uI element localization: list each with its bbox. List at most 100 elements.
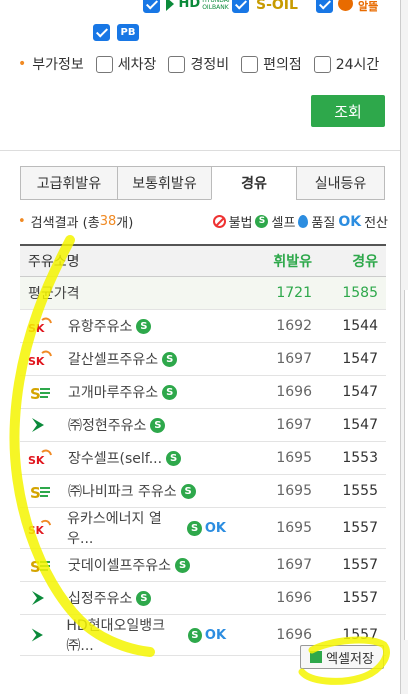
diesel-price: 1547 — [320, 408, 386, 442]
station-name[interactable]: 유카스에너지 열우... — [67, 508, 183, 548]
gasoline-price: 1697 — [234, 548, 320, 582]
soil-logo-icon: S — [30, 484, 50, 500]
adjacent-panel-edge — [404, 290, 408, 640]
station-row[interactable]: SK 유카스에너지 열우... S OK 1695 1557 — [20, 507, 386, 549]
quality-drop-icon — [298, 215, 309, 228]
station-name[interactable]: 유항주유소 — [68, 316, 132, 336]
excel-save-label: 엑셀저장 — [326, 651, 374, 667]
hd-logo-icon — [31, 628, 43, 642]
self-service-icon: S — [166, 450, 182, 466]
legend-computer: 전산 — [364, 216, 388, 231]
excel-icon — [310, 651, 323, 663]
hd-brand-sub: HYUNDAI OILBANK — [202, 0, 230, 11]
svg-text:S: S — [30, 484, 41, 500]
search-button[interactable]: 조회 — [311, 95, 385, 127]
brand-checkbox-soil[interactable] — [232, 0, 249, 13]
sk-logo-icon: SK — [28, 449, 52, 467]
station-row[interactable]: SK 갈산셀프주유소 S 1697 1547 — [20, 342, 386, 376]
gasoline-price: 1696 — [234, 581, 320, 615]
bullet-dot: • — [18, 214, 26, 229]
brand-checkbox-hd[interactable] — [143, 0, 160, 13]
option-24h[interactable]: 24시간 — [313, 54, 379, 74]
svg-text:S: S — [30, 558, 41, 574]
station-table: 주유소명 휘발유 경유 평균가격 1721 1585 SK 유항주유소 S 1692 1… — [20, 244, 386, 656]
station-name[interactable]: 고개마루주유소 — [68, 382, 158, 402]
station-name[interactable]: 굿데이셀프주유소 — [68, 555, 171, 575]
station-row[interactable]: SK 유항주유소 S 1692 1544 — [20, 309, 386, 343]
self-service-icon: S — [187, 520, 202, 536]
store-checkbox[interactable] — [241, 55, 259, 73]
station-name-cell[interactable]: S 굿데이셀프주유소 S — [20, 548, 234, 582]
carwash-label: 세차장 — [117, 57, 157, 73]
station-row[interactable]: 십정주유소 S 1696 1557 — [20, 581, 386, 615]
svg-text:SK: SK — [28, 454, 45, 467]
station-row[interactable]: S ㈜나비파크 주유소 S 1695 1555 — [20, 474, 386, 508]
filter-panel: HD HYUNDAI OILBANK S-OIL 알뜰 PB • 부가정보 세차장… — [0, 0, 401, 151]
station-name-cell[interactable]: 십정주유소 S — [20, 581, 234, 615]
option-carwash[interactable]: 세차장 — [95, 54, 157, 74]
pb-brand-badge: PB — [117, 24, 139, 41]
ok-icon: OK — [204, 627, 227, 643]
station-name-cell[interactable]: ㈜정현주유소 S — [20, 408, 234, 442]
svg-text:SK: SK — [28, 322, 45, 335]
station-name-cell[interactable]: S ㈜나비파크 주유소 S — [20, 474, 234, 508]
gasoline-price: 1692 — [234, 309, 320, 343]
self-service-icon: S — [180, 483, 196, 499]
ok-icon: OK — [204, 520, 226, 536]
sk-logo-icon: SK — [28, 519, 52, 537]
station-name[interactable]: 갈산셀프주유소 — [68, 349, 158, 369]
station-name[interactable]: ㈜나비파크 주유소 — [68, 481, 177, 501]
station-name[interactable]: ㈜정현주유소 — [68, 415, 146, 435]
diesel-price: 1557 — [320, 581, 386, 615]
repair-checkbox[interactable] — [168, 55, 186, 73]
results-suffix: 개) — [116, 216, 134, 231]
average-gasoline: 1721 — [234, 276, 320, 310]
station-name-cell[interactable]: HD현대오일뱅크㈜... S OK — [20, 614, 234, 656]
hd-brand-label: HD — [178, 0, 201, 11]
station-row[interactable]: S 고개마루주유소 S 1696 1547 — [20, 375, 386, 409]
self-service-icon: S — [136, 590, 152, 606]
24h-checkbox[interactable] — [313, 55, 331, 73]
self-icon: S — [255, 215, 269, 228]
brand-checkbox-altteul[interactable] — [316, 0, 333, 13]
station-name-cell[interactable]: SK 장수셀프(self... S — [20, 441, 234, 475]
legend-self: 셀프 — [271, 216, 296, 231]
legend-illegal: 불법 — [228, 216, 253, 231]
station-name-cell[interactable]: S 고개마루주유소 S — [20, 375, 234, 409]
diesel-price: 1557 — [320, 548, 386, 582]
option-repair[interactable]: 경정비 — [168, 54, 229, 74]
brand-checkbox-pb[interactable] — [93, 24, 110, 41]
repair-label: 경정비 — [190, 57, 230, 73]
fuel-tabs: 고급휘발유 보통휘발유 경유 실내등유 — [20, 166, 385, 200]
station-name-cell[interactable]: SK 유항주유소 S — [20, 309, 234, 343]
header-diesel: 경유 — [320, 244, 386, 277]
average-label: 평균가격 — [20, 276, 234, 310]
station-name-cell[interactable]: SK 갈산셀프주유소 S — [20, 342, 234, 376]
tab-premium-gasoline[interactable]: 고급휘발유 — [20, 166, 118, 200]
carwash-checkbox[interactable] — [95, 55, 113, 73]
station-row[interactable]: S 굿데이셀프주유소 S 1697 1557 — [20, 548, 386, 582]
gasoline-price: 1695 — [234, 474, 320, 508]
header-gasoline: 휘발유 — [234, 244, 320, 277]
hd-logo-icon — [32, 591, 44, 605]
station-row[interactable]: SK 장수셀프(self... S 1695 1553 — [20, 441, 386, 475]
station-row[interactable]: ㈜정현주유소 S 1697 1547 — [20, 408, 386, 442]
svg-text:SK: SK — [28, 525, 45, 537]
hd-brand-logo: HD HYUNDAI OILBANK — [166, 0, 230, 11]
tab-diesel[interactable]: 경유 — [211, 166, 297, 200]
svg-text:S: S — [30, 385, 41, 401]
hd-logo-icon — [32, 418, 44, 432]
excel-save-button[interactable]: 엑셀저장 — [300, 645, 384, 669]
station-name[interactable]: 십정주유소 — [68, 588, 132, 608]
average-row: 평균가격 1721 1585 — [20, 276, 386, 310]
tab-regular-gasoline[interactable]: 보통휘발유 — [117, 166, 212, 200]
self-service-icon: S — [162, 384, 178, 400]
tab-kerosene[interactable]: 실내등유 — [296, 166, 385, 200]
diesel-price: 1553 — [320, 441, 386, 475]
soil-logo-icon: S — [30, 385, 50, 401]
station-name-cell[interactable]: SK 유카스에너지 열우... S OK — [20, 507, 234, 549]
self-service-icon: S — [187, 627, 202, 643]
option-store[interactable]: 편의점 — [241, 54, 302, 74]
station-name[interactable]: 장수셀프(self... — [68, 448, 162, 468]
station-name[interactable]: HD현대오일뱅크㈜... — [66, 615, 184, 655]
